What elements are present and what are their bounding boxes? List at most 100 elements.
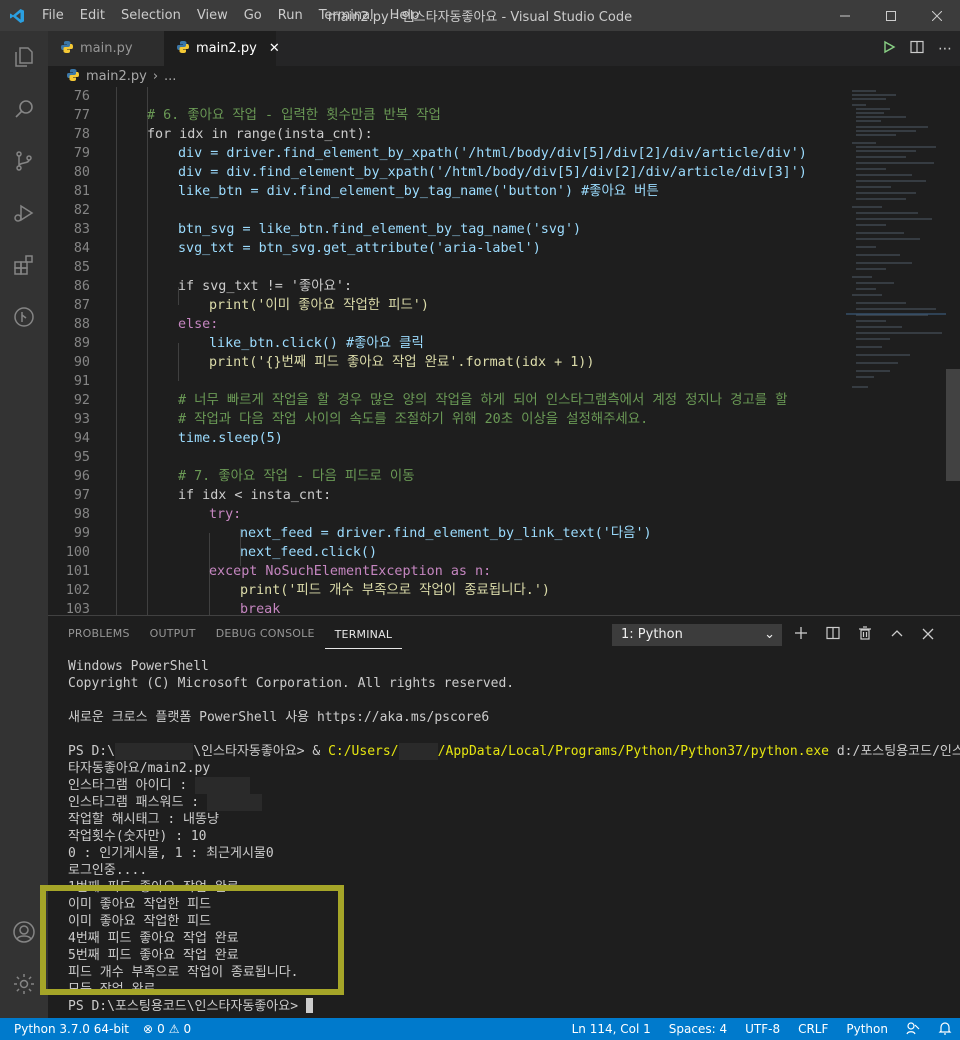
python-interpreter[interactable]: Python 3.7.0 64-bit: [14, 1022, 129, 1036]
activity-bar: [0, 31, 48, 1018]
chevron-right-icon: ›: [152, 69, 159, 84]
maximize-button[interactable]: [868, 0, 914, 31]
extensions-icon[interactable]: [0, 239, 48, 291]
code-line: 98 try:: [73, 507, 242, 522]
breadcrumb-more[interactable]: ...: [164, 69, 176, 84]
code-line: 85: [73, 260, 90, 275]
terminal-line: 로그인중....: [68, 863, 148, 878]
code-editor[interactable]: 76 77 # 6. 좋아요 작업 - 입력한 횟수만큼 반복 작업 78 for …: [48, 87, 846, 615]
more-actions-icon[interactable]: ⋯: [938, 41, 952, 57]
tab-debug-console[interactable]: DEBUG CONSOLE: [206, 616, 325, 652]
problems-indicator[interactable]: ⊗ 0 ⚠ 0: [143, 1022, 191, 1036]
editor-actions: ⋯: [882, 31, 952, 66]
run-debug-icon[interactable]: [0, 187, 48, 239]
new-terminal-icon[interactable]: [794, 625, 808, 644]
split-terminal-icon[interactable]: [826, 625, 840, 644]
python-file-icon: [60, 40, 74, 58]
close-tab-icon[interactable]: ✕: [269, 41, 280, 56]
minimap[interactable]: [846, 87, 946, 615]
close-panel-icon[interactable]: [922, 625, 934, 644]
code-line: 81 like_btn = div.find_element_by_tag_nam…: [73, 184, 659, 199]
code-line: 86 if svg_txt != '좋아요':: [73, 279, 353, 294]
close-window-button[interactable]: [914, 0, 960, 31]
tab-output[interactable]: OUTPUT: [140, 616, 206, 652]
feedback-icon[interactable]: [906, 1021, 920, 1038]
git-graph-icon[interactable]: [0, 291, 48, 343]
title-bar: File Edit Selection View Go Run Terminal…: [0, 0, 960, 31]
terminal-line: 타자동좋아요/main2.py: [68, 761, 211, 776]
editor-scrollbar[interactable]: [946, 87, 960, 615]
source-control-icon[interactable]: [0, 135, 48, 187]
encoding[interactable]: UTF-8: [745, 1022, 780, 1036]
code-line: 102 print('피드 개수 부족으로 작업이 종료됩니다.'): [65, 583, 550, 598]
code-line: 83 btn_svg = like_btn.find_element_by_tag…: [73, 222, 582, 237]
menu-help[interactable]: Help: [382, 0, 428, 31]
redacted-text: xxxxxxx: [206, 794, 262, 811]
explorer-icon[interactable]: [0, 31, 48, 83]
terminal-line: 새로운 크로스 플랫폼 PowerShell 사용 https://aka.ms…: [68, 710, 490, 725]
vscode-logo-icon: [0, 0, 34, 31]
trash-icon[interactable]: [858, 625, 872, 644]
tab-terminal[interactable]: TERMINAL: [324, 622, 403, 649]
menu-terminal[interactable]: Terminal: [311, 0, 382, 31]
menu-view[interactable]: View: [189, 0, 236, 31]
tab-problems[interactable]: PROBLEMS: [58, 616, 140, 652]
redacted-text: xxxxxxx: [195, 777, 250, 794]
maximize-panel-icon[interactable]: [890, 625, 904, 644]
warning-count: 0: [183, 1022, 192, 1036]
terminal-line: 인스타그램 패스워드 : xxxxxxx: [68, 794, 948, 811]
notifications-bell-icon[interactable]: [938, 1021, 952, 1038]
redacted-text: xxxxx: [398, 743, 438, 760]
terminal-prompt-line: PS D:\포스팅용코드\인스타자동좋아요>: [68, 998, 948, 1015]
python-file-icon: [176, 40, 190, 58]
tab-main2-py[interactable]: main2.py ✕: [164, 31, 280, 66]
code-line: 95: [73, 450, 90, 465]
tab-main-py[interactable]: main.py: [48, 31, 164, 66]
editor-tabs: main.py main2.py ✕ ⋯: [48, 31, 960, 66]
language-mode[interactable]: Python: [846, 1022, 888, 1036]
code-line: 96 # 7. 좋아요 작업 - 다음 피드로 이동: [73, 469, 415, 484]
terminal-line: Copyright (C) Microsoft Corporation. All…: [68, 676, 515, 691]
code-line: 103 break: [65, 602, 281, 615]
redacted-text: xxxxxxxxxx: [114, 743, 194, 760]
breadcrumb: main2.py › ...: [48, 66, 960, 87]
python-file-icon: [66, 68, 80, 86]
code-line: 88 else:: [73, 317, 219, 332]
code-line: 94 time.sleep(5): [73, 431, 283, 446]
warning-icon: ⚠: [168, 1022, 180, 1036]
search-icon[interactable]: [0, 83, 48, 135]
scrollbar-thumb[interactable]: [946, 369, 960, 481]
run-file-icon[interactable]: [882, 39, 896, 58]
indentation[interactable]: Spaces: 4: [669, 1022, 727, 1036]
split-editor-icon[interactable]: [910, 39, 924, 58]
code-line: 79 div = driver.find_element_by_xpath('/h…: [73, 146, 807, 161]
minimize-button[interactable]: [822, 0, 868, 31]
terminal-line: 0 : 인기게시물, 1 : 최근게시물0: [68, 846, 274, 861]
tab-label: main.py: [80, 41, 133, 56]
code-line: 101 except NoSuchElementException as n:: [65, 564, 492, 579]
menu-run[interactable]: Run: [270, 0, 311, 31]
code-line: 82: [73, 203, 90, 218]
line-ending[interactable]: CRLF: [798, 1022, 828, 1036]
chevron-down-icon: ⌄: [764, 627, 775, 642]
code-line: 89 like_btn.click() #좋아요 클릭: [73, 336, 424, 351]
terminal-select[interactable]: 1: Python ⌄: [612, 624, 782, 646]
code-line: 97 if idx < insta_cnt:: [73, 488, 332, 503]
menu-file[interactable]: File: [34, 0, 72, 31]
terminal-line: Windows PowerShell: [68, 659, 209, 674]
menu-go[interactable]: Go: [236, 0, 270, 31]
terminal-line: 작업횟수(숫자만) : 10: [68, 829, 207, 844]
error-icon: ⊗: [143, 1022, 154, 1036]
code-line: 77 # 6. 좋아요 작업 - 입력한 횟수만큼 반복 작업: [73, 108, 441, 123]
cursor-position[interactable]: Ln 114, Col 1: [572, 1022, 651, 1036]
code-line: 84 svg_txt = btn_svg.get_attribute('aria-…: [73, 241, 541, 256]
terminal-select-value: 1: Python: [621, 627, 683, 642]
tab-label: main2.py: [196, 41, 257, 56]
breadcrumb-file[interactable]: main2.py: [86, 69, 147, 84]
terminal-line: 인스타그램 아이디 : xxxxxxx: [68, 777, 948, 794]
menu-selection[interactable]: Selection: [113, 0, 189, 31]
code-text: for idx in range(insta_cnt):: [147, 127, 373, 142]
menu-edit[interactable]: Edit: [72, 0, 113, 31]
